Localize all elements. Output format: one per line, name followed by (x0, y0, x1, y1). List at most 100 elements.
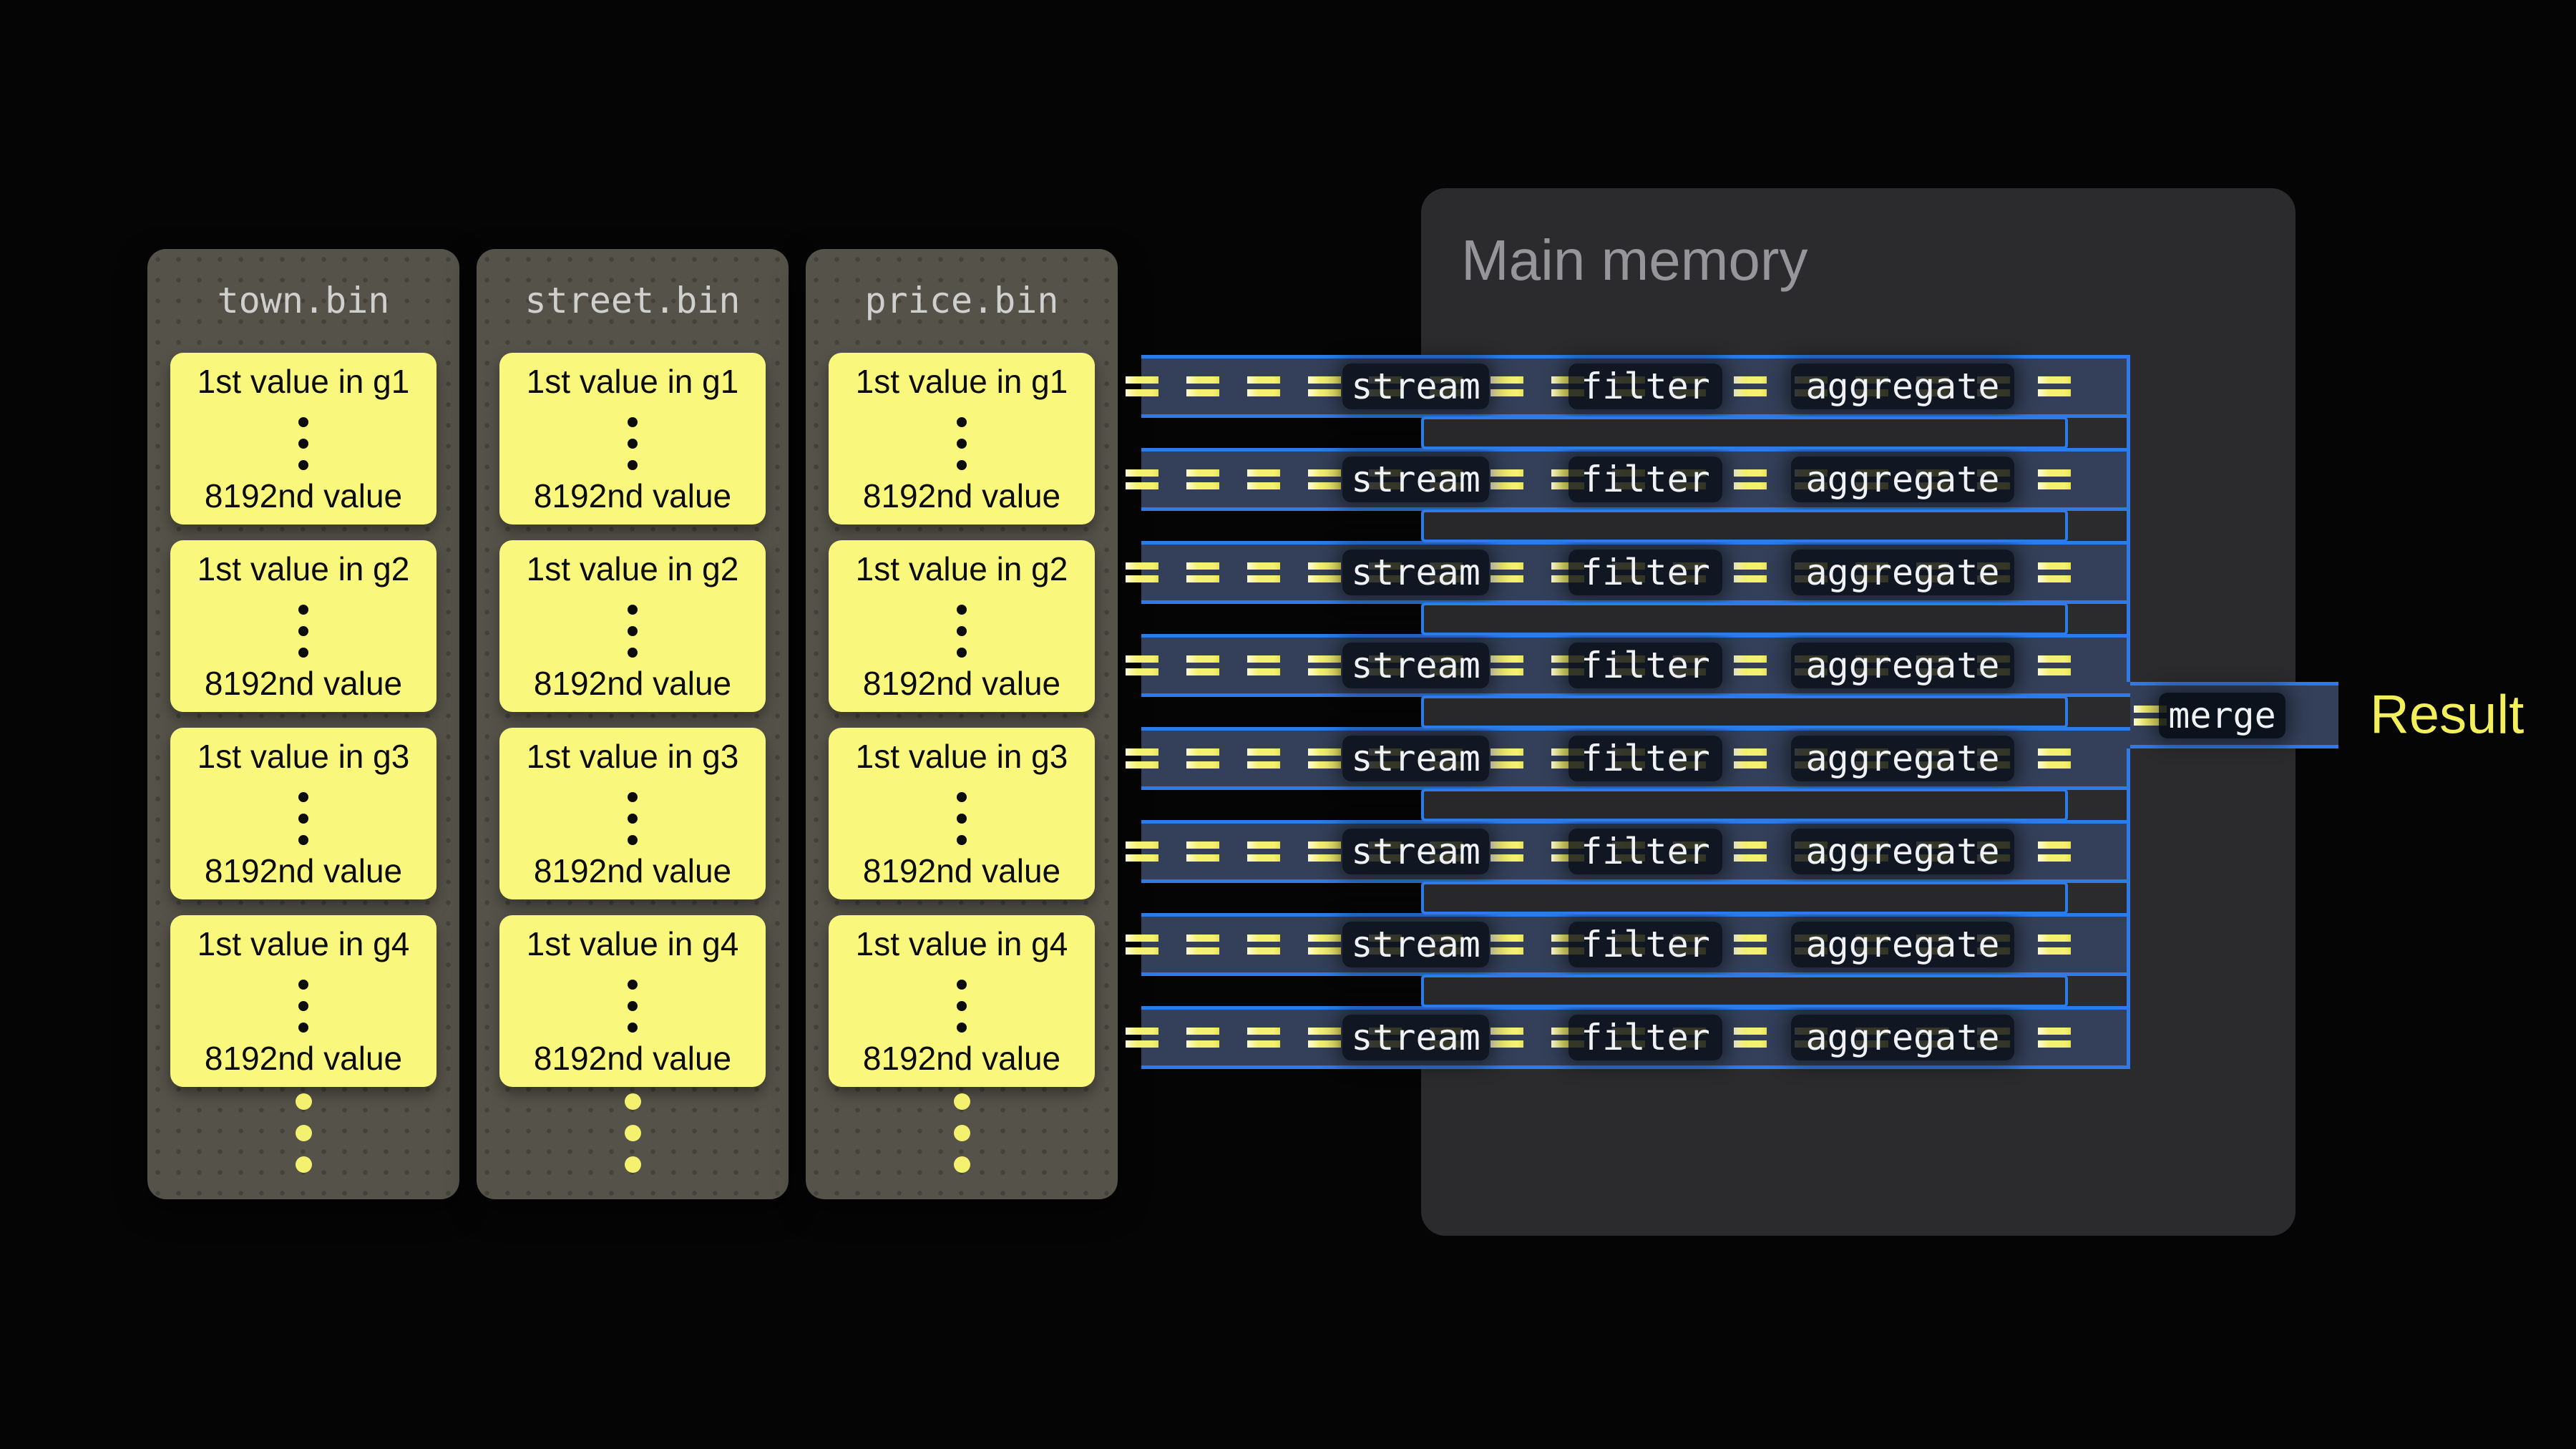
group-last-value-label: 8192nd value (829, 476, 1095, 516)
ellipsis-dot-icon (957, 626, 967, 636)
value-group-box: 1st value in g1 8192nd value (499, 353, 766, 525)
aggregate-stage-box: aggregate (1791, 364, 2014, 409)
group-first-value-label: 1st value in g3 (170, 736, 436, 776)
ellipsis-dot-icon (628, 626, 638, 636)
ellipsis-dot-icon (298, 792, 308, 802)
file-title: price.bin (806, 279, 1118, 322)
file-title: street.bin (477, 279, 789, 322)
ellipsis-dot-icon (298, 1001, 308, 1011)
value-group-box: 1st value in g38192nd value (829, 728, 1095, 899)
group-first-value-label: 1st value in g1 (170, 361, 436, 401)
ellipsis-dot-icon (957, 814, 967, 824)
ellipsis-dot-icon (628, 417, 638, 427)
filter-stage-box: filter (1568, 829, 1722, 874)
file-title: town.bin (147, 279, 459, 322)
aggregate-stage-box: aggregate (1791, 643, 2014, 688)
more-groups-dot-icon (625, 1156, 641, 1173)
file-card-town-bin: town.bin1st value in g18192nd value1st v… (147, 249, 459, 1199)
group-last-value-label: 8192nd value (829, 663, 1095, 703)
stream-stage-box: stream (1342, 550, 1489, 595)
aggregate-stage-box: aggregate (1791, 736, 2014, 781)
group-last-value-label: 8192nd value (499, 663, 766, 703)
buffer-row (1421, 975, 2068, 1008)
group-last-value-label: 8192nd value (170, 851, 436, 891)
ellipsis-dot-icon (957, 439, 967, 449)
group-first-value-label: 1st value in g4 (499, 924, 766, 964)
value-group-box: 1st value in g1 8192nd value (829, 353, 1095, 525)
pipeline-row: streamfilteraggregate (1141, 913, 2130, 976)
ellipsis-dot-icon (957, 792, 967, 802)
group-last-value-label: 8192nd value (170, 476, 436, 516)
value-group-box: 1st value in g1 8192nd value (170, 353, 436, 525)
more-groups-dot-icon (296, 1125, 312, 1141)
group-last-value-label: 8192nd value (499, 476, 766, 516)
ellipsis-dot-icon (628, 460, 638, 470)
value-group-box: 1st value in g48192nd value (170, 915, 436, 1087)
ellipsis-dot-icon (298, 439, 308, 449)
group-last-value-label: 8192nd value (829, 1038, 1095, 1078)
pipeline-row: stream filter aggregate (1141, 541, 2130, 604)
group-first-value-label: 1st value in g4 (170, 924, 436, 964)
more-groups-dot-icon (625, 1093, 641, 1110)
stream-stage-box: stream (1342, 922, 1489, 967)
ellipsis-dot-icon (298, 605, 308, 615)
buffer-row (1421, 416, 2068, 449)
ellipsis-dot-icon (628, 1023, 638, 1033)
ellipsis-dot-icon (957, 648, 967, 658)
more-groups-dot-icon (954, 1156, 970, 1173)
value-group-box: 1st value in g48192nd value (829, 915, 1095, 1087)
main-memory-title: Main memory (1461, 228, 1808, 293)
result-label: Result (2370, 684, 2524, 746)
ellipsis-dot-icon (298, 835, 308, 845)
merge-bar: merge (2130, 682, 2338, 748)
more-groups-dot-icon (954, 1093, 970, 1110)
aggregate-stage-box: aggregate (1791, 1015, 2014, 1060)
ellipsis-dot-icon (298, 980, 308, 990)
stream-stage-box: stream (1342, 364, 1489, 409)
filter-stage-box: filter (1568, 550, 1722, 595)
filter-stage-box: filter (1568, 1015, 1722, 1060)
more-groups-dot-icon (296, 1156, 312, 1173)
filter-stage-box: filter (1568, 736, 1722, 781)
pipeline-row: streamfilteraggregate (1141, 448, 2130, 511)
filter-stage-box: filter (1568, 643, 1722, 688)
ellipsis-dot-icon (628, 1001, 638, 1011)
ellipsis-dot-icon (298, 648, 308, 658)
aggregate-stage-box: aggregate (1791, 550, 2014, 595)
buffer-row (1421, 882, 2068, 914)
diagram-stage: town.bin1st value in g18192nd value1st v… (0, 0, 2576, 1449)
stream-stage-box: stream (1342, 736, 1489, 781)
more-groups-dot-icon (954, 1125, 970, 1141)
aggregate-stage-box: aggregate (1791, 829, 2014, 874)
stream-stage-box: stream (1342, 643, 1489, 688)
value-group-box: 1st value in g38192nd value (499, 728, 766, 899)
value-group-box: 1st value in g2 8192nd value (499, 540, 766, 712)
value-group-box: 1st value in g3 8192nd value (170, 728, 436, 899)
filter-stage-box: filter (1568, 364, 1722, 409)
group-first-value-label: 1st value in g1 (499, 361, 766, 401)
group-first-value-label: 1st value in g2 (499, 549, 766, 589)
pipeline-container-right-border-bottom (2127, 748, 2130, 1069)
ellipsis-dot-icon (628, 439, 638, 449)
ellipsis-dot-icon (298, 417, 308, 427)
group-last-value-label: 8192nd value (829, 851, 1095, 891)
file-card-street-bin: street.bin1st value in g18192nd value1st… (477, 249, 789, 1199)
filter-stage-box: filter (1568, 457, 1722, 502)
ellipsis-dot-icon (957, 460, 967, 470)
filter-stage-box: filter (1568, 922, 1722, 967)
group-first-value-label: 1st value in g3 (499, 736, 766, 776)
ellipsis-dot-icon (957, 605, 967, 615)
ellipsis-dot-icon (957, 417, 967, 427)
ellipsis-dot-icon (957, 1001, 967, 1011)
ellipsis-dot-icon (628, 835, 638, 845)
group-first-value-label: 1st value in g1 (829, 361, 1095, 401)
ellipsis-dot-icon (298, 460, 308, 470)
group-last-value-label: 8192nd value (170, 663, 436, 703)
buffer-row (1421, 509, 2068, 542)
buffer-row (1421, 602, 2068, 635)
group-first-value-label: 1st value in g2 (829, 549, 1095, 589)
value-group-box: 1st value in g48192nd value (499, 915, 766, 1087)
ellipsis-dot-icon (628, 605, 638, 615)
value-group-box: 1st value in g28192nd value (170, 540, 436, 712)
pipeline-container-right-border-top (2127, 355, 2130, 682)
